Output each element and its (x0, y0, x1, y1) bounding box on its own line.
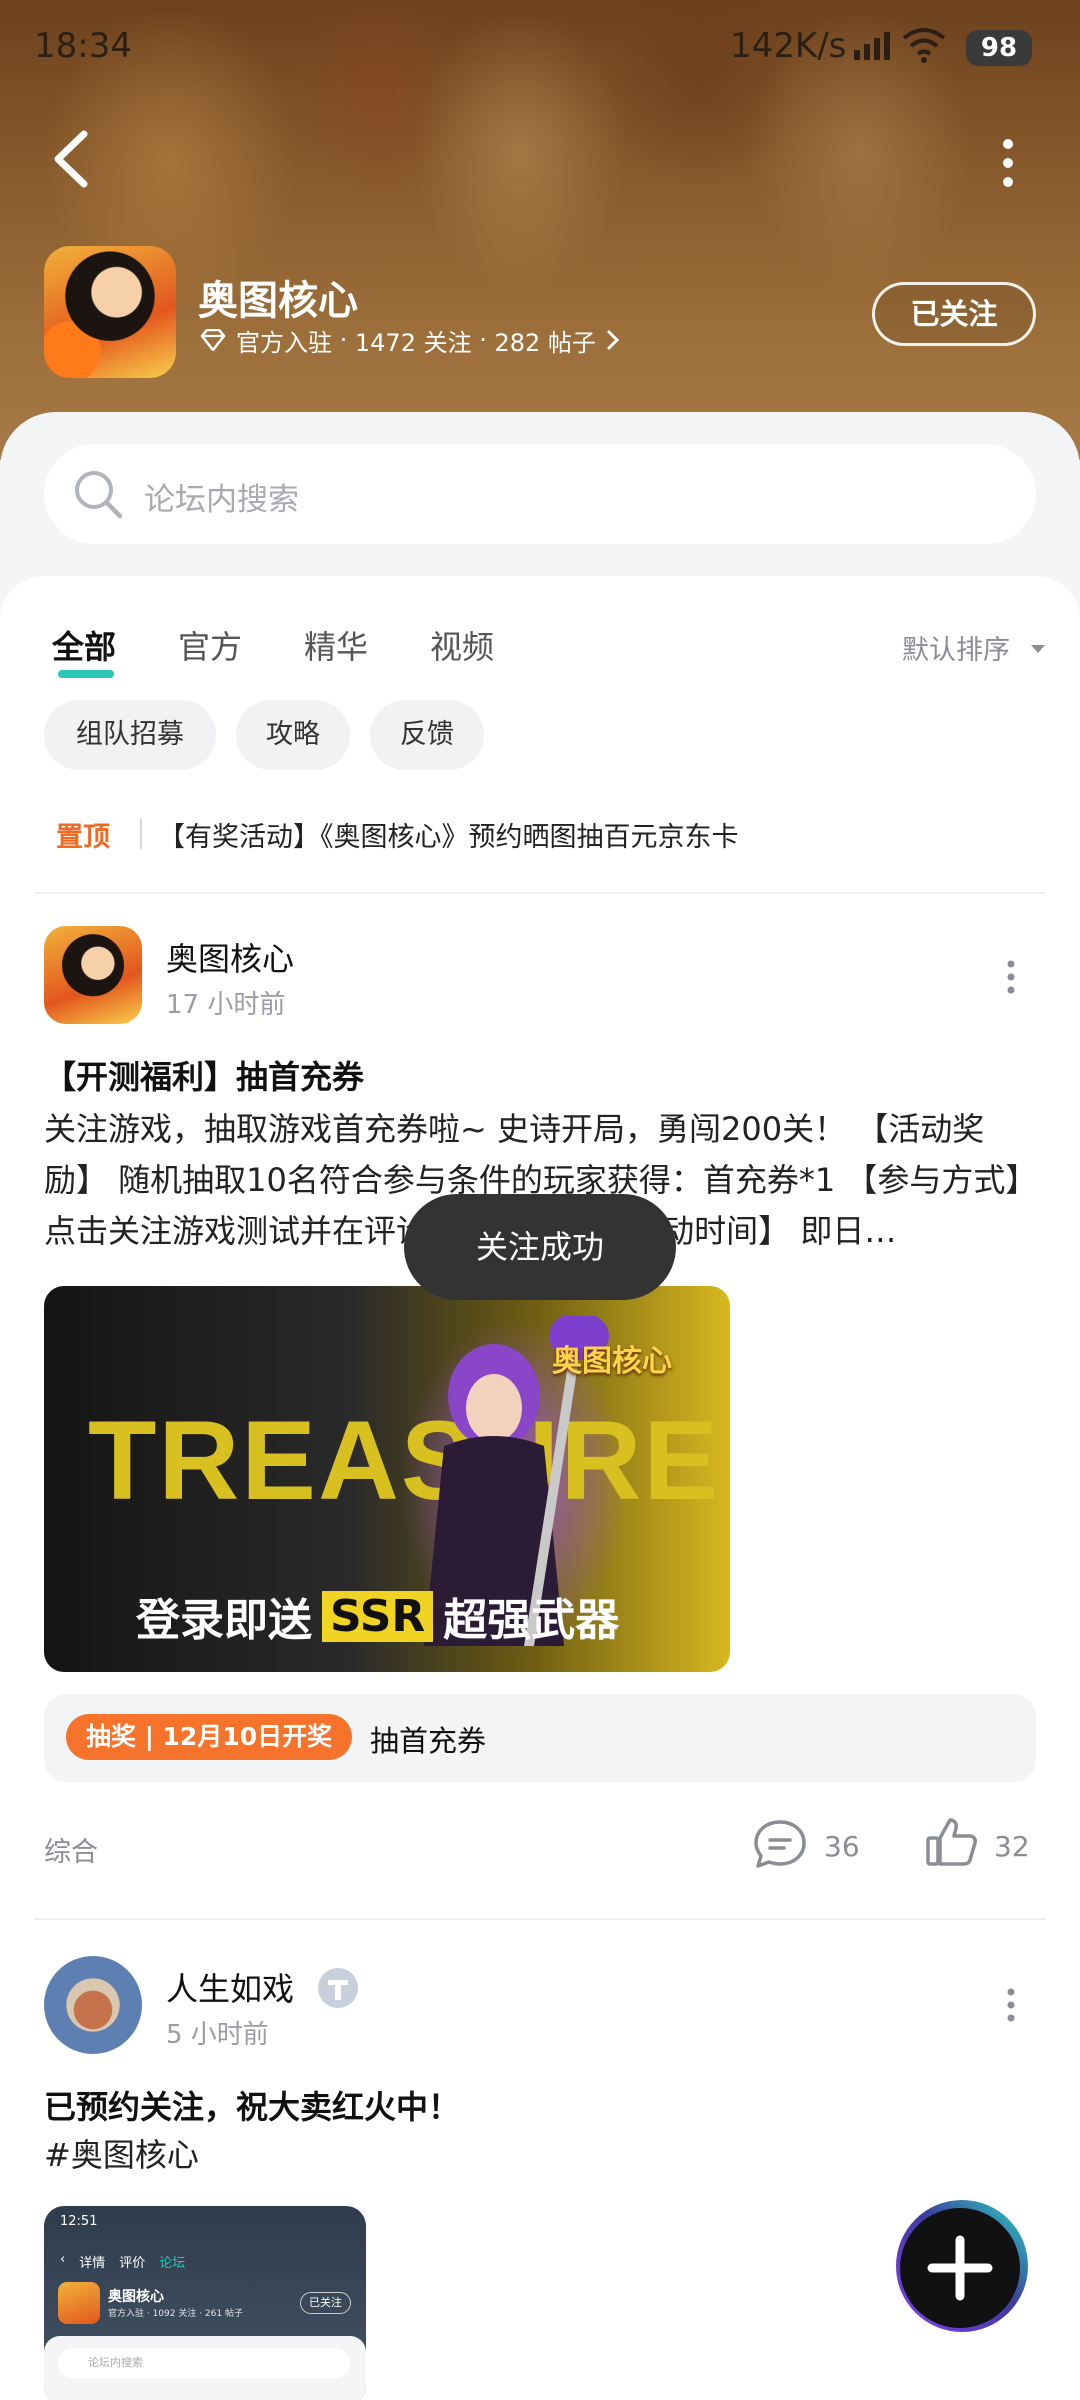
diamond-icon (200, 329, 226, 351)
tab-official[interactable]: 官方 (178, 622, 242, 668)
toast-message: 关注成功 (404, 1194, 676, 1300)
search-icon (75, 471, 123, 519)
more-vertical-icon[interactable] (1004, 1988, 1018, 2022)
post-author[interactable]: 奥图核心 (166, 934, 294, 980)
chip-team-recruit[interactable]: 组队招募 (44, 700, 216, 770)
pinned-tag: 置顶 (56, 821, 110, 853)
follow-button[interactable]: 已关注 (872, 282, 1036, 346)
status-bar: 18:34 142K/s 98 (0, 0, 1080, 96)
level-badge-icon (318, 1968, 358, 2008)
tab-video[interactable]: 视频 (430, 622, 494, 668)
thumb-logo (58, 2282, 100, 2324)
back-icon[interactable] (48, 128, 94, 190)
official-label: 官方入驻 (236, 328, 332, 357)
network-speed: 142K/s (730, 26, 847, 66)
signal-icon (854, 32, 890, 60)
chip-guide[interactable]: 攻略 (236, 700, 350, 770)
image-caption-ssr: SSR (322, 1590, 434, 1642)
comment-count: 36 (824, 1830, 860, 1863)
meta-separator: · (471, 326, 495, 354)
thumb-tab: 评价 (119, 2256, 146, 2271)
more-vertical-icon[interactable] (996, 138, 1020, 188)
divider (34, 892, 1046, 894)
image-logo: 奥图核心 (552, 1344, 672, 1379)
thumb-tabs: ‹ 详情 评价 论坛 (60, 2252, 185, 2271)
chip-feedback[interactable]: 反馈 (370, 700, 484, 770)
status-time: 18:34 (34, 26, 132, 66)
divider (34, 1918, 1046, 1920)
tab-featured[interactable]: 精华 (304, 622, 368, 668)
wifi-icon (902, 28, 946, 63)
post-author[interactable]: 人生如戏 (166, 1964, 294, 2010)
caret-down-icon (1031, 645, 1045, 653)
thumb-panel: 论坛内搜索 (44, 2336, 366, 2400)
thumb-meta: 官方入驻 · 1092 关注 · 261 帖子 (108, 2309, 243, 2319)
post-title[interactable]: 【开测福利】抽首充券 (44, 1052, 364, 1098)
post-title[interactable]: 已预约关注，祝大卖红火中！ (44, 2082, 460, 2128)
post-time: 17 小时前 (166, 990, 286, 1020)
forum-content: 全部 官方 精华 视频 默认排序 组队招募 攻略 反馈 置顶 【有奖活动】《奥图… (0, 576, 1080, 2400)
image-caption: 登录即送 SSR 超强武器 (136, 1586, 619, 1646)
image-caption-tail: 超强武器 (443, 1595, 620, 1646)
sort-dropdown[interactable]: 默认排序 (902, 628, 1010, 667)
thumb-time: 12:51 (60, 2214, 98, 2229)
post-screenshot-thumbnail[interactable]: 12:51 ‹ 详情 评价 论坛 奥图核心 官方入驻 · 1092 关注 · 2… (44, 2206, 366, 2400)
search-placeholder: 论坛内搜索 (144, 482, 299, 518)
thumb-search: 论坛内搜索 (58, 2348, 350, 2378)
post-image[interactable]: TREASURE 奥图核心 登录即送 SSR 超强武器 (44, 1286, 730, 1672)
forum-title: 奥图核心 (198, 278, 358, 324)
like-count: 32 (994, 1830, 1030, 1863)
pinned-separator (140, 819, 142, 849)
forum-meta[interactable]: 官方入驻 · 1472 关注 · 282 帖子 (200, 324, 620, 357)
thumb-tab: 论坛 (159, 2256, 186, 2271)
active-tab-indicator (58, 670, 114, 678)
battery-indicator: 98 (966, 30, 1032, 66)
create-post-button[interactable] (888, 2196, 1036, 2336)
lottery-title: 抽首充券 (370, 1724, 487, 1758)
thumb-follow: 已关注 (300, 2292, 351, 2314)
lottery-badge: 抽奖 | 12月10日开奖 (66, 1714, 353, 1760)
post-hashtag[interactable]: #奥图核心 (44, 2130, 1044, 2181)
posts-count: 282 帖子 (494, 328, 596, 357)
thumb-back-icon: ‹ (60, 2252, 66, 2267)
comment-icon[interactable] (752, 1818, 808, 1870)
search-input[interactable]: 论坛内搜索 (44, 444, 1036, 544)
lottery-card[interactable]: 抽奖 | 12月10日开奖 抽首充券 (44, 1694, 1036, 1782)
tab-bar: 全部 官方 精华 视频 默认排序 (0, 612, 1080, 682)
avatar[interactable] (44, 926, 142, 1024)
pinned-title: 【有奖活动】《奥图核心》预约晒图抽百元京东卡 (158, 821, 739, 853)
followers-count: 1472 关注 (354, 328, 472, 357)
meta-separator: · (332, 326, 355, 354)
thumb-tab: 详情 (79, 2256, 106, 2271)
chevron-right-icon (607, 330, 620, 350)
thumb-title: 奥图核心 (108, 2289, 164, 2305)
avatar[interactable] (44, 1956, 142, 2054)
image-caption-lead: 登录即送 (136, 1595, 312, 1646)
more-vertical-icon[interactable] (1004, 960, 1018, 994)
post-time: 5 小时前 (166, 2020, 269, 2050)
pinned-post[interactable]: 置顶 【有奖活动】《奥图核心》预约晒图抽百元京东卡 (56, 814, 739, 854)
forum-logo (44, 246, 176, 378)
thumbs-up-icon[interactable] (924, 1816, 980, 1868)
tab-all[interactable]: 全部 (52, 622, 116, 668)
post-category[interactable]: 综合 (44, 1830, 98, 1869)
